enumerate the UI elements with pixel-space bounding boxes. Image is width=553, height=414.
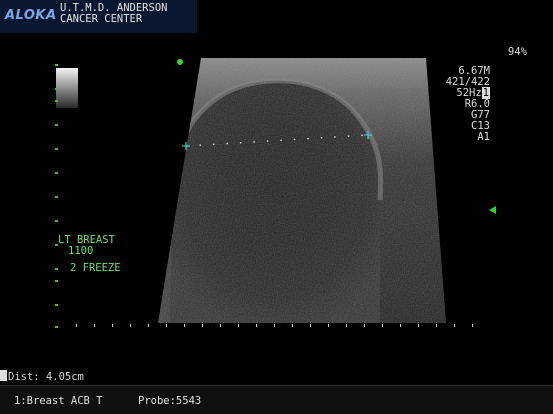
param-a: A1 <box>477 131 490 143</box>
annotation-clock: 1100 <box>68 245 94 257</box>
zoom-level: 94% <box>508 46 527 58</box>
preset-name: 1:Breast ACB T <box>14 395 103 407</box>
institution-name: U.T.M.D. ANDERSON CANCER CENTER <box>60 2 168 25</box>
distance-readout: Dist: 4.05cm <box>0 370 84 383</box>
header-bar: ALOKA U.T.M.D. ANDERSON CANCER CENTER <box>0 0 197 33</box>
brand-logo: ALOKA <box>5 8 57 23</box>
status-bar: 1:Breast ACB T Probe:5543 <box>0 385 553 414</box>
orientation-marker <box>177 59 183 65</box>
scan-parameters: 6.67M 421/422 52Hz1 R6.0 G77 C13 A1 <box>446 66 490 143</box>
grayscale-bar <box>56 68 78 108</box>
focus-marker-icon <box>489 206 496 214</box>
cursor-icon <box>0 370 7 381</box>
freeze-indicator: 2 FREEZE <box>70 262 121 274</box>
ultrasound-screen: ALOKA U.T.M.D. ANDERSON CANCER CENTER 94… <box>0 0 553 414</box>
body-annotation: LT BREAST 1100 2 FREEZE <box>58 235 121 274</box>
ultrasound-image <box>158 58 446 323</box>
probe-id: Probe:5543 <box>138 395 202 407</box>
